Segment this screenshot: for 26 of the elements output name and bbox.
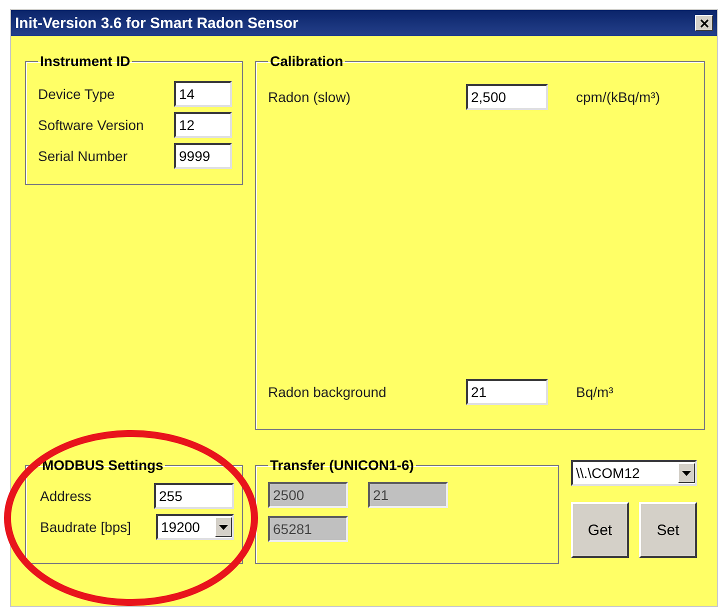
field-label: Baudrate [bps] [40, 519, 132, 535]
unit-label: cpm/(kBq/m³) [576, 89, 660, 105]
field-label: Software Version [38, 117, 144, 133]
unit-label: Bq/m³ [576, 384, 614, 400]
window-title: Init-Version 3.6 for Smart Radon Sensor [15, 14, 298, 32]
dropdown-button[interactable] [678, 463, 695, 483]
input-field[interactable]: 21 [466, 379, 548, 405]
input-field[interactable]: 255 [154, 483, 234, 509]
field-label: Device Type [38, 86, 115, 102]
input-field[interactable]: 12 [174, 112, 232, 138]
input-field[interactable]: 9999 [174, 143, 232, 169]
close-icon [700, 18, 708, 28]
input-field[interactable]: 14 [174, 81, 232, 107]
input-field[interactable]: 2,500 [466, 84, 548, 110]
caret-icon [682, 470, 691, 476]
action-button[interactable]: Get [571, 502, 629, 558]
action-button[interactable]: Set [639, 502, 697, 558]
dropdown-button[interactable] [215, 517, 232, 537]
caret-icon [219, 524, 228, 530]
field-label: Address [40, 488, 92, 504]
port-dropdown[interactable]: \\.\COM12 [571, 460, 697, 486]
baudrate-dropdown[interactable]: 19200 [156, 514, 234, 540]
field-label: Serial Number [38, 148, 128, 164]
field-label: Radon (slow) [268, 89, 352, 105]
close-button[interactable] [695, 15, 713, 31]
field-label: Radon background [268, 384, 388, 400]
